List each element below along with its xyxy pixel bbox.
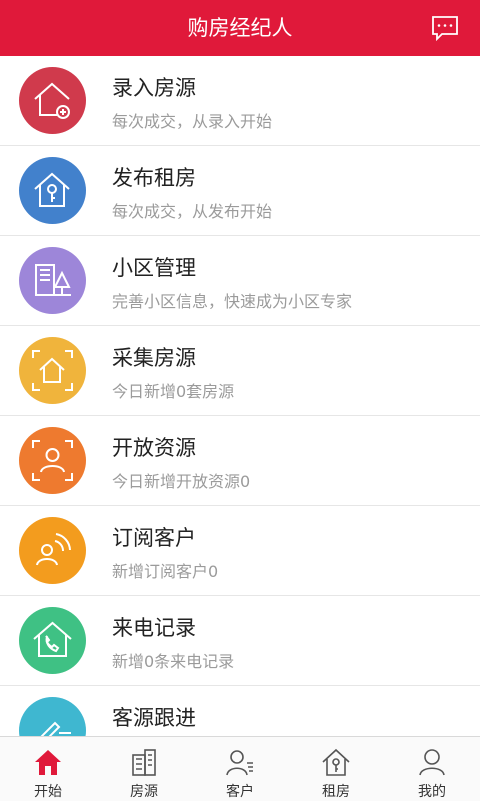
list-item-community-management[interactable]: 小区管理 完善小区信息，快速成为小区专家 [0,236,480,326]
item-subtitle: 今日新增0套房源 [112,382,235,401]
list-item-publish-rental[interactable]: 发布租房 每次成交，从发布开始 [0,146,480,236]
page-title: 购房经纪人 [187,16,293,40]
house-add-icon [19,67,86,134]
list-item-open-resources[interactable]: 开放资源 今日新增开放资源0 [0,416,480,506]
item-title: 订阅客户 [112,526,196,550]
item-title: 来电记录 [112,616,196,640]
rent-house-icon [322,748,350,776]
tab-mine[interactable]: 我的 [384,737,480,801]
tab-label: 开始 [34,784,62,800]
list-item-call-records[interactable]: 来电记录 新增0条来电记录 [0,596,480,686]
header-bar: 购房经纪人 [0,0,480,56]
tab-start[interactable]: 开始 [0,737,96,801]
tab-label: 房源 [130,784,158,800]
phone-house-icon [19,607,86,674]
message-icon[interactable] [430,13,460,43]
list-item-record-listing[interactable]: 录入房源 每次成交，从录入开始 [0,56,480,146]
item-subtitle: 新增0条来电记录 [112,652,235,671]
house-scan-icon [19,337,86,404]
community-icon [19,247,86,314]
item-subtitle: 新增订阅客户0 [112,562,219,581]
subscribe-icon [19,517,86,584]
tab-label: 我的 [418,784,446,800]
feature-list: 录入房源 每次成交，从录入开始 发布租房 每次成交，从发布开始 小区管理 完善小… [0,56,480,736]
tab-listings[interactable]: 房源 [96,737,192,801]
item-subtitle: 每次成交，从录入开始 [112,112,273,131]
tab-rentals[interactable]: 租房 [288,737,384,801]
home-icon [35,750,61,775]
person-scan-icon [19,427,86,494]
item-subtitle: 每次成交，从发布开始 [112,202,273,221]
list-item-customer-followup[interactable]: 客源跟进 [0,686,480,736]
item-subtitle: 今日新增开放资源0 [112,472,251,491]
profile-icon [419,749,445,776]
item-subtitle: 完善小区信息，快速成为小区专家 [112,292,353,311]
item-title: 采集房源 [112,346,196,370]
tab-label: 客户 [226,784,254,800]
bottom-tab-bar: 开始 房源 客户 租房 我的 [0,736,480,801]
item-title: 发布租房 [112,166,196,190]
item-title: 小区管理 [112,256,196,280]
item-title: 客源跟进 [112,706,196,730]
list-item-collect-listings[interactable]: 采集房源 今日新增0套房源 [0,326,480,416]
item-title: 录入房源 [112,76,196,100]
item-title: 开放资源 [112,436,196,460]
house-key-icon [19,157,86,224]
customer-icon [226,750,253,776]
tab-label: 租房 [322,784,350,800]
followup-icon [19,697,86,736]
building-icon [132,749,156,776]
list-item-subscribed-customers[interactable]: 订阅客户 新增订阅客户0 [0,506,480,596]
tab-customers[interactable]: 客户 [192,737,288,801]
